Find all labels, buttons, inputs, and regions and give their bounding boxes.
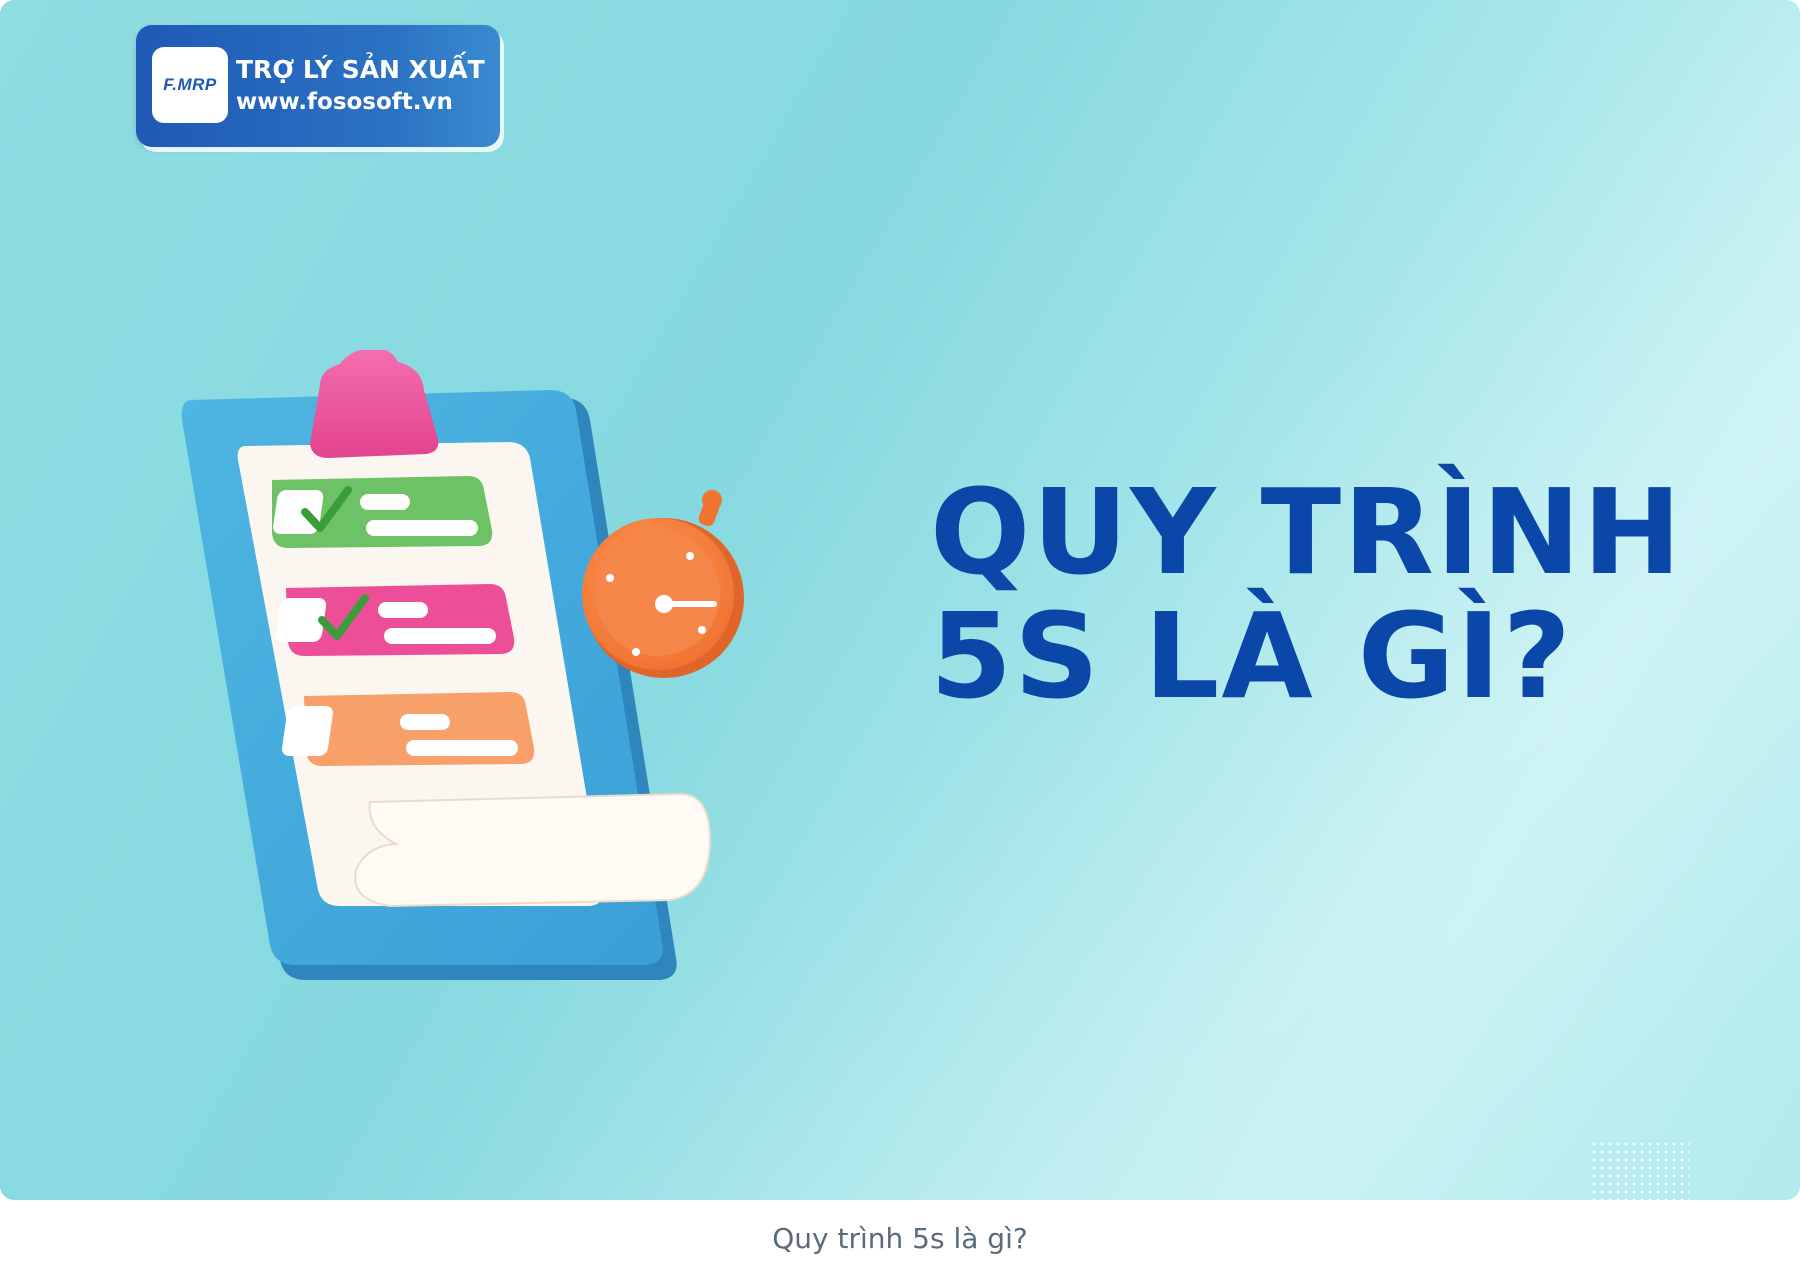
clipboard-clip xyxy=(310,350,439,458)
fmrp-logo-icon: F.MRP xyxy=(152,47,228,123)
checklist-row-2 xyxy=(276,584,515,656)
logo-mark-text: F.MRP xyxy=(163,75,217,94)
paper-curl xyxy=(354,792,712,908)
clipboard-checklist-icon xyxy=(181,350,744,980)
headline-line-1: QUY TRÌNH xyxy=(930,463,1684,601)
checklist-row-1 xyxy=(272,476,493,548)
logo-url: www.fososoft.vn xyxy=(236,89,453,115)
image-caption: Quy trình 5s là gì? xyxy=(772,1222,1028,1255)
stopwatch-icon xyxy=(582,490,744,678)
hero-banner: F.MRP TRỢ LÝ SẢN XUẤT www.fososoft.vn QU… xyxy=(0,0,1800,1200)
page-headline: QUY TRÌNH 5S LÀ GÌ? xyxy=(930,470,1683,718)
headline-line-2: 5S LÀ GÌ? xyxy=(930,587,1573,725)
logo-title: TRỢ LÝ SẢN XUẤT xyxy=(236,55,485,84)
checklist-row-3 xyxy=(281,692,535,766)
brand-logo[interactable]: F.MRP TRỢ LÝ SẢN XUẤT www.fososoft.vn xyxy=(136,25,500,147)
dot-pattern-decoration xyxy=(1590,1140,1690,1200)
